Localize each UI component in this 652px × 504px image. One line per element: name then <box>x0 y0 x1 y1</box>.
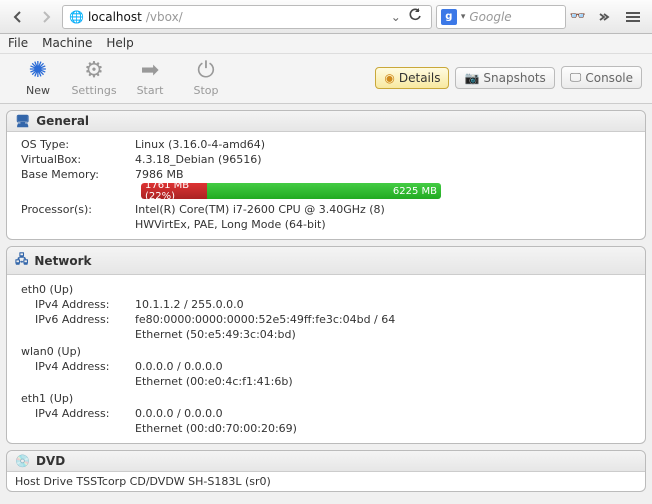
iface-name: eth1 (Up) <box>15 392 637 405</box>
tab-console[interactable]: 🖵 Console <box>561 66 642 89</box>
search-bar[interactable]: g ▾ Google <box>436 5 566 29</box>
value-virtualbox: 4.3.18_Debian (96516) <box>135 153 637 166</box>
label-ipv6: IPv6 Address: <box>15 313 135 326</box>
binoculars-icon[interactable]: 👓 <box>570 9 586 24</box>
label-base-memory: Base Memory: <box>15 168 135 181</box>
value-mac: Ethernet (00:e0:4c:f1:41:6b) <box>135 375 637 388</box>
hamburger-menu-button[interactable] <box>620 5 646 29</box>
menu-machine[interactable]: Machine <box>42 36 92 50</box>
label-ipv4: IPv4 Address: <box>15 298 135 311</box>
panel-dvd-header: 💿 DVD <box>7 451 645 472</box>
network-icon: 🖧 <box>15 250 28 271</box>
new-button[interactable]: ✺ New <box>10 58 66 97</box>
url-host: localhost <box>88 10 142 24</box>
menu-help[interactable]: Help <box>106 36 133 50</box>
computer-icon: 🖥 <box>15 114 30 128</box>
tab-details[interactable]: ◉ Details <box>375 67 449 89</box>
chevron-down-icon[interactable]: ▾ <box>461 12 466 22</box>
value-ipv6: fe80:0000:0000:0000:52e5:49ff:fe3c:04bd … <box>135 313 637 326</box>
label-virtualbox: VirtualBox: <box>15 153 135 166</box>
iface-name: eth0 (Up) <box>15 283 637 296</box>
action-toolbar: ✺ New ⚙ Settings ➡ Start ⏻ Stop ◉ Detail… <box>0 54 652 104</box>
content-area: 🖥 General OS Type:Linux (3.16.0-4-amd64)… <box>0 104 652 504</box>
value-mac: Ethernet (50:e5:49:3c:04:bd) <box>135 328 637 341</box>
menubar: File Machine Help <box>0 34 652 54</box>
settings-button[interactable]: ⚙ Settings <box>66 58 122 97</box>
starburst-icon: ✺ <box>29 58 47 82</box>
disc-icon: 💿 <box>15 454 30 468</box>
value-base-memory: 7986 MB <box>135 168 637 181</box>
value-mac: Ethernet (00:d0:70:00:20:69) <box>135 422 637 435</box>
memory-bar: 1761 MB (22%) 6225 MB <box>141 183 441 199</box>
panel-network-title: Network <box>34 254 91 268</box>
panel-dvd: 💿 DVD Host Drive TSSTcorp CD/DVDW SH-S18… <box>6 450 646 492</box>
label-ipv4: IPv4 Address: <box>15 407 135 420</box>
monitor-icon: 🖵 <box>570 70 582 85</box>
back-button[interactable] <box>6 5 30 29</box>
panel-general: 🖥 General OS Type:Linux (3.16.0-4-amd64)… <box>6 110 646 240</box>
forward-button[interactable] <box>34 5 58 29</box>
url-path: /vbox/ <box>146 10 183 24</box>
overflow-button[interactable] <box>590 5 616 29</box>
tab-snapshots[interactable]: 📷 Snapshots <box>455 67 554 89</box>
search-placeholder: Google <box>469 10 511 24</box>
globe-icon: 🌐 <box>69 10 84 24</box>
menu-file[interactable]: File <box>8 36 28 50</box>
browser-toolbar: 🌐 localhost/vbox/ ⌄ g ▾ Google 👓 <box>0 0 652 34</box>
label-processors: Processor(s): <box>15 203 135 216</box>
panel-general-title: General <box>36 114 89 128</box>
power-icon: ⏻ <box>197 58 214 82</box>
dvd-drive-value: Host Drive TSSTcorp CD/DVDW SH-S183L (sr… <box>7 472 645 491</box>
label-os-type: OS Type: <box>15 138 135 151</box>
chevron-down-icon[interactable]: ⌄ <box>391 10 401 24</box>
url-bar[interactable]: 🌐 localhost/vbox/ ⌄ <box>62 5 432 29</box>
iface-name: wlan0 (Up) <box>15 345 637 358</box>
label-ipv4: IPv4 Address: <box>15 360 135 373</box>
panel-general-header: 🖥 General <box>7 111 645 132</box>
panel-network-header: 🖧 Network <box>7 247 645 275</box>
value-os-type: Linux (3.16.0-4-amd64) <box>135 138 637 151</box>
value-processor2: HWVirtEx, PAE, Long Mode (64-bit) <box>135 218 637 231</box>
value-ipv4: 0.0.0.0 / 0.0.0.0 <box>135 407 637 420</box>
value-processor1: Intel(R) Core(TM) i7-2600 CPU @ 3.40GHz … <box>135 203 637 216</box>
value-ipv4: 10.1.1.2 / 255.0.0.0 <box>135 298 637 311</box>
stop-button[interactable]: ⏻ Stop <box>178 58 234 97</box>
gear-icon: ⚙ <box>84 58 104 82</box>
memory-free-segment: 6225 MB <box>207 183 441 199</box>
details-icon: ◉ <box>384 71 394 85</box>
panel-network: 🖧 Network eth0 (Up) IPv4 Address:10.1.1.… <box>6 246 646 444</box>
reload-button[interactable] <box>405 8 425 25</box>
arrow-right-icon: ➡ <box>141 58 159 82</box>
camera-icon: 📷 <box>464 71 479 85</box>
google-icon: g <box>441 9 457 25</box>
start-button[interactable]: ➡ Start <box>122 58 178 97</box>
panel-dvd-title: DVD <box>36 454 65 468</box>
value-ipv4: 0.0.0.0 / 0.0.0.0 <box>135 360 637 373</box>
memory-used-segment: 1761 MB (22%) <box>141 183 207 199</box>
